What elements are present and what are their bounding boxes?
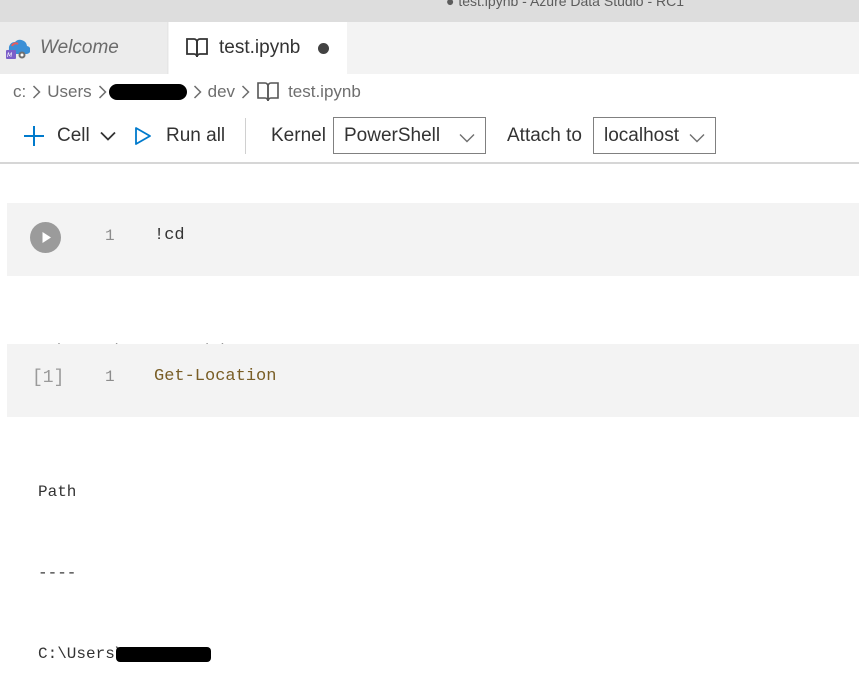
output-rule: ---- [38, 564, 77, 582]
line-number: 1 [105, 368, 115, 386]
toolbar-divider [245, 118, 246, 154]
code-cell[interactable]: [1] 1 Get-Location [7, 344, 859, 417]
tab-test-ipynb-label: test.ipynb [219, 37, 301, 58]
attach-to-select[interactable]: localhost [593, 117, 716, 154]
window-title: ● test.ipynb - Azure Data Studio - RC1 [446, 0, 685, 9]
code-editor[interactable]: !cd [154, 226, 185, 245]
chevron-right-icon [98, 85, 107, 99]
play-icon [134, 126, 152, 146]
chevron-down-icon [100, 131, 116, 141]
execution-count: [1] [32, 368, 65, 388]
chevron-down-icon [459, 127, 475, 149]
code-cell[interactable]: 1 !cd [7, 203, 859, 276]
tab-welcome[interactable]: M Welcome [0, 22, 168, 74]
run-all-button[interactable]: Run all [134, 112, 225, 160]
play-icon [42, 232, 51, 243]
attach-to-select-value: localhost [604, 124, 679, 146]
unsaved-changes-dot-icon[interactable] [318, 42, 330, 54]
svg-text:M: M [7, 52, 13, 59]
add-cell-button[interactable]: Cell [22, 112, 116, 160]
azure-data-studio-icon: M [4, 35, 30, 61]
chevron-right-icon [241, 85, 250, 99]
plus-icon [22, 124, 46, 148]
kernel-select-value: PowerShell [344, 124, 441, 146]
breadcrumb-dev[interactable]: dev [208, 82, 235, 102]
editor-tab-bar: M Welcome test.ipynb [0, 22, 859, 74]
tab-welcome-label: Welcome [40, 37, 119, 58]
breadcrumb-users[interactable]: Users [47, 82, 91, 102]
notebook-toolbar: Cell Run all Kernel PowerShell Attach to… [0, 112, 859, 164]
code-editor[interactable]: Get-Location [154, 367, 276, 386]
kernel-select[interactable]: PowerShell [333, 117, 486, 154]
notebook-icon [256, 81, 280, 103]
output-header: Path [38, 483, 77, 501]
chevron-down-icon [689, 127, 705, 149]
line-number: 1 [105, 227, 115, 245]
chevron-right-icon [193, 85, 202, 99]
redacted-username [108, 84, 187, 100]
notebook-icon [185, 37, 209, 59]
chevron-right-icon [32, 85, 41, 99]
kernel-label: Kernel [271, 125, 326, 146]
tab-test-ipynb[interactable]: test.ipynb [169, 22, 347, 74]
add-cell-label: Cell [57, 125, 90, 146]
breadcrumb-drive[interactable]: c: [13, 82, 26, 102]
run-all-label: Run all [166, 125, 226, 146]
attach-to-label: Attach to [507, 125, 582, 146]
run-cell-button[interactable] [30, 222, 61, 253]
breadcrumb-file[interactable]: test.ipynb [288, 82, 361, 102]
breadcrumb: c: Users dev test.ipynb [0, 74, 859, 110]
window-titlebar: ● test.ipynb - Azure Data Studio - RC1 [0, 0, 859, 22]
